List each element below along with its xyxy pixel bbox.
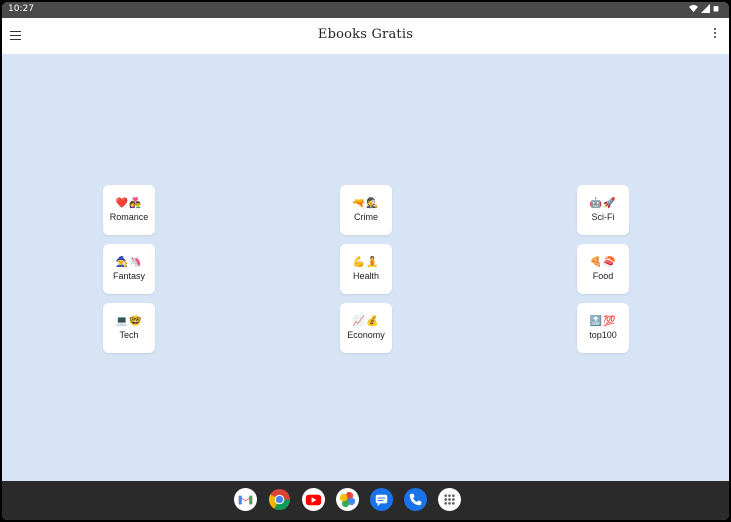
health-emoji-icon: 💪🧘 [352,257,380,268]
status-time: 10:27 [8,4,34,14]
category-label: Romance [109,212,149,222]
crime-emoji-icon: 🔫🕵️ [352,198,380,209]
category-card-romance[interactable]: ❤️👩‍❤️‍👨 Romance [103,185,155,235]
food-emoji-icon: 🍕🍣 [589,257,617,268]
signal-icon [701,4,710,13]
romance-emoji-icon: ❤️👩‍❤️‍👨 [115,198,143,209]
status-bar: 10:27 [2,2,729,18]
category-grid: ❤️👩‍❤️‍👨 Romance 🔫🕵️ Crime 🤖🚀 Sci-Fi 🧙🦄 … [2,54,729,481]
youtube-icon[interactable] [302,488,325,511]
scifi-emoji-icon: 🤖🚀 [589,198,617,209]
app-drawer-icon[interactable] [438,488,461,511]
fantasy-emoji-icon: 🧙🦄 [115,257,143,268]
category-card-health[interactable]: 💪🧘 Health [340,244,392,294]
app-title: Ebooks Gratis [317,27,414,42]
photos-icon[interactable] [336,488,359,511]
category-label: Economy [347,330,385,340]
tech-emoji-icon: 💻🤓 [115,316,143,327]
category-label: top100 [589,330,617,340]
navigation-bar [2,481,729,520]
category-card-scifi[interactable]: 🤖🚀 Sci-Fi [577,185,629,235]
category-card-tech[interactable]: 💻🤓 Tech [103,303,155,353]
device-screen: 10:27 Ebooks Gratis ❤️👩‍❤️‍👨 Romance 🔫🕵️… [2,2,729,520]
category-label: Tech [119,330,139,340]
more-vert-icon[interactable] [711,28,719,44]
app-dock [234,488,461,511]
category-card-top100[interactable]: 🔝💯 top100 [577,303,629,353]
messages-icon[interactable] [370,488,393,511]
top100-emoji-icon: 🔝💯 [589,316,617,327]
wifi-icon [689,4,698,13]
category-card-food[interactable]: 🍕🍣 Food [577,244,629,294]
battery-icon [713,6,719,12]
gmail-icon[interactable] [234,488,257,511]
category-card-economy[interactable]: 📈💰 Economy [340,303,392,353]
chrome-icon[interactable] [268,488,291,511]
category-card-crime[interactable]: 🔫🕵️ Crime [340,185,392,235]
category-label: Sci-Fi [591,212,615,222]
app-bar: Ebooks Gratis [2,18,729,54]
phone-icon[interactable] [404,488,427,511]
economy-emoji-icon: 📈💰 [352,316,380,327]
category-label: Fantasy [112,271,145,281]
category-label: Food [592,271,614,281]
status-icons [689,4,719,13]
category-label: Health [352,271,379,281]
category-card-fantasy[interactable]: 🧙🦄 Fantasy [103,244,155,294]
category-label: Crime [354,212,378,222]
